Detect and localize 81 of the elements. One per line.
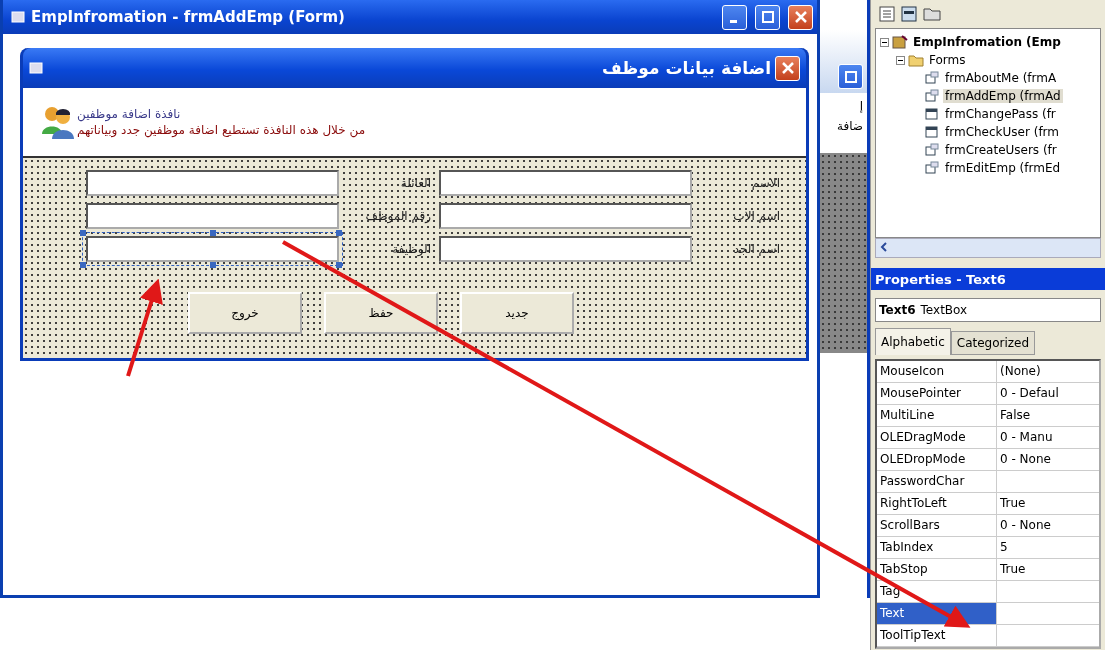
- selection-handle[interactable]: [336, 230, 342, 236]
- form-icon: [11, 11, 25, 23]
- property-value[interactable]: 0 - None: [997, 515, 1099, 536]
- property-name[interactable]: ToolTipText: [877, 625, 997, 646]
- field-label: الاسم: [750, 176, 781, 190]
- partial-text: ضافة: [836, 118, 864, 133]
- tree-item[interactable]: frmAddEmp (frmAd: [943, 89, 1063, 103]
- tree-item[interactable]: frmCheckUser (frm: [943, 125, 1062, 139]
- window-title: EmpInfromation - frmAddEmp (Form): [31, 8, 346, 26]
- close-icon: [794, 11, 807, 23]
- form-title: اضافة بيانات موظف: [602, 58, 771, 78]
- property-value[interactable]: True: [997, 559, 1099, 580]
- selection-handle[interactable]: [80, 262, 86, 268]
- users-icon: [41, 104, 77, 140]
- form-icon: [924, 143, 940, 157]
- tree-item[interactable]: frmCreateUsers (fr: [943, 143, 1059, 157]
- view-object-icon[interactable]: [901, 6, 917, 22]
- tree-item[interactable]: frmChangePass (fr: [943, 107, 1058, 121]
- minimize-icon: [729, 19, 737, 23]
- header-text: من خلال هذه النافذة تستطيع اضافة موظفين جدد وبياناتهم: [77, 123, 366, 137]
- view-code-icon[interactable]: [879, 6, 895, 22]
- field-label: رقم الموظف: [364, 209, 432, 223]
- window-icon: [924, 125, 940, 139]
- project-icon: [892, 34, 908, 50]
- maximize-button[interactable]: [755, 4, 780, 30]
- property-value[interactable]: 5: [997, 537, 1099, 558]
- property-name[interactable]: Tag: [877, 581, 997, 602]
- form-button[interactable]: جديد: [460, 292, 574, 334]
- tree-item[interactable]: frmAboutMe (frmA: [943, 71, 1059, 85]
- form-button[interactable]: حفظ: [324, 292, 438, 334]
- object-dropdown[interactable]: Text6 TextBox: [875, 298, 1101, 322]
- form-icon: [924, 71, 940, 85]
- field-label: اسم الاب: [732, 209, 781, 223]
- text-field[interactable]: [439, 203, 692, 229]
- selection-handle[interactable]: [336, 262, 342, 268]
- field-label: الوظيفة: [391, 242, 432, 256]
- maximize-icon: [844, 70, 857, 83]
- form-icon: [29, 62, 43, 74]
- form-button[interactable]: خروج: [188, 292, 302, 334]
- selection-handle[interactable]: [209, 262, 216, 268]
- window-icon: [924, 107, 940, 121]
- text-field[interactable]: [439, 236, 692, 262]
- field-label: العائلة: [399, 176, 432, 190]
- property-name[interactable]: OLEDragMode: [877, 427, 997, 448]
- property-value[interactable]: (None): [997, 361, 1099, 382]
- property-name[interactable]: OLEDropMode: [877, 449, 997, 470]
- text-field[interactable]: [439, 170, 692, 196]
- header-title: نافذة اضافة موظفين: [77, 107, 181, 121]
- properties-title: Properties - Text6: [871, 268, 1105, 290]
- close-button[interactable]: [775, 55, 800, 81]
- scrollbar[interactable]: [875, 238, 1101, 258]
- partial-text: إ: [858, 98, 864, 113]
- property-value[interactable]: 0 - Manu: [997, 427, 1099, 448]
- property-name[interactable]: ScrollBars: [877, 515, 997, 536]
- tree-item[interactable]: EmpInfromation (Emp: [911, 35, 1063, 49]
- property-name[interactable]: TabStop: [877, 559, 997, 580]
- close-button[interactable]: [788, 4, 813, 30]
- tree-item[interactable]: frmEditEmp (frmEd: [943, 161, 1063, 175]
- collapse-icon[interactable]: [880, 37, 889, 47]
- maximize-button[interactable]: [838, 64, 863, 89]
- form-icon: [924, 161, 940, 175]
- property-value[interactable]: 0 - None: [997, 449, 1099, 470]
- collapse-icon[interactable]: [896, 55, 905, 65]
- property-value[interactable]: True: [997, 493, 1099, 514]
- folder-icon: [908, 53, 924, 67]
- tree-item[interactable]: Forms: [927, 53, 968, 67]
- folder-icon[interactable]: [923, 7, 941, 21]
- text-field[interactable]: [86, 170, 339, 196]
- maximize-icon: [761, 11, 774, 23]
- text-field[interactable]: [86, 203, 339, 229]
- property-name[interactable]: TabIndex: [877, 537, 997, 558]
- form-icon: [924, 89, 940, 103]
- tab[interactable]: Categorized: [950, 331, 1036, 355]
- field-label: اسم الجد: [732, 242, 781, 256]
- property-value[interactable]: 0 - Defaul: [997, 383, 1099, 404]
- selection-handle[interactable]: [209, 230, 216, 236]
- selection-handle[interactable]: [80, 230, 86, 236]
- minimize-button[interactable]: [722, 4, 747, 30]
- close-icon: [781, 62, 794, 74]
- property-value[interactable]: False: [997, 405, 1099, 426]
- tab[interactable]: Alphabetic: [875, 328, 951, 355]
